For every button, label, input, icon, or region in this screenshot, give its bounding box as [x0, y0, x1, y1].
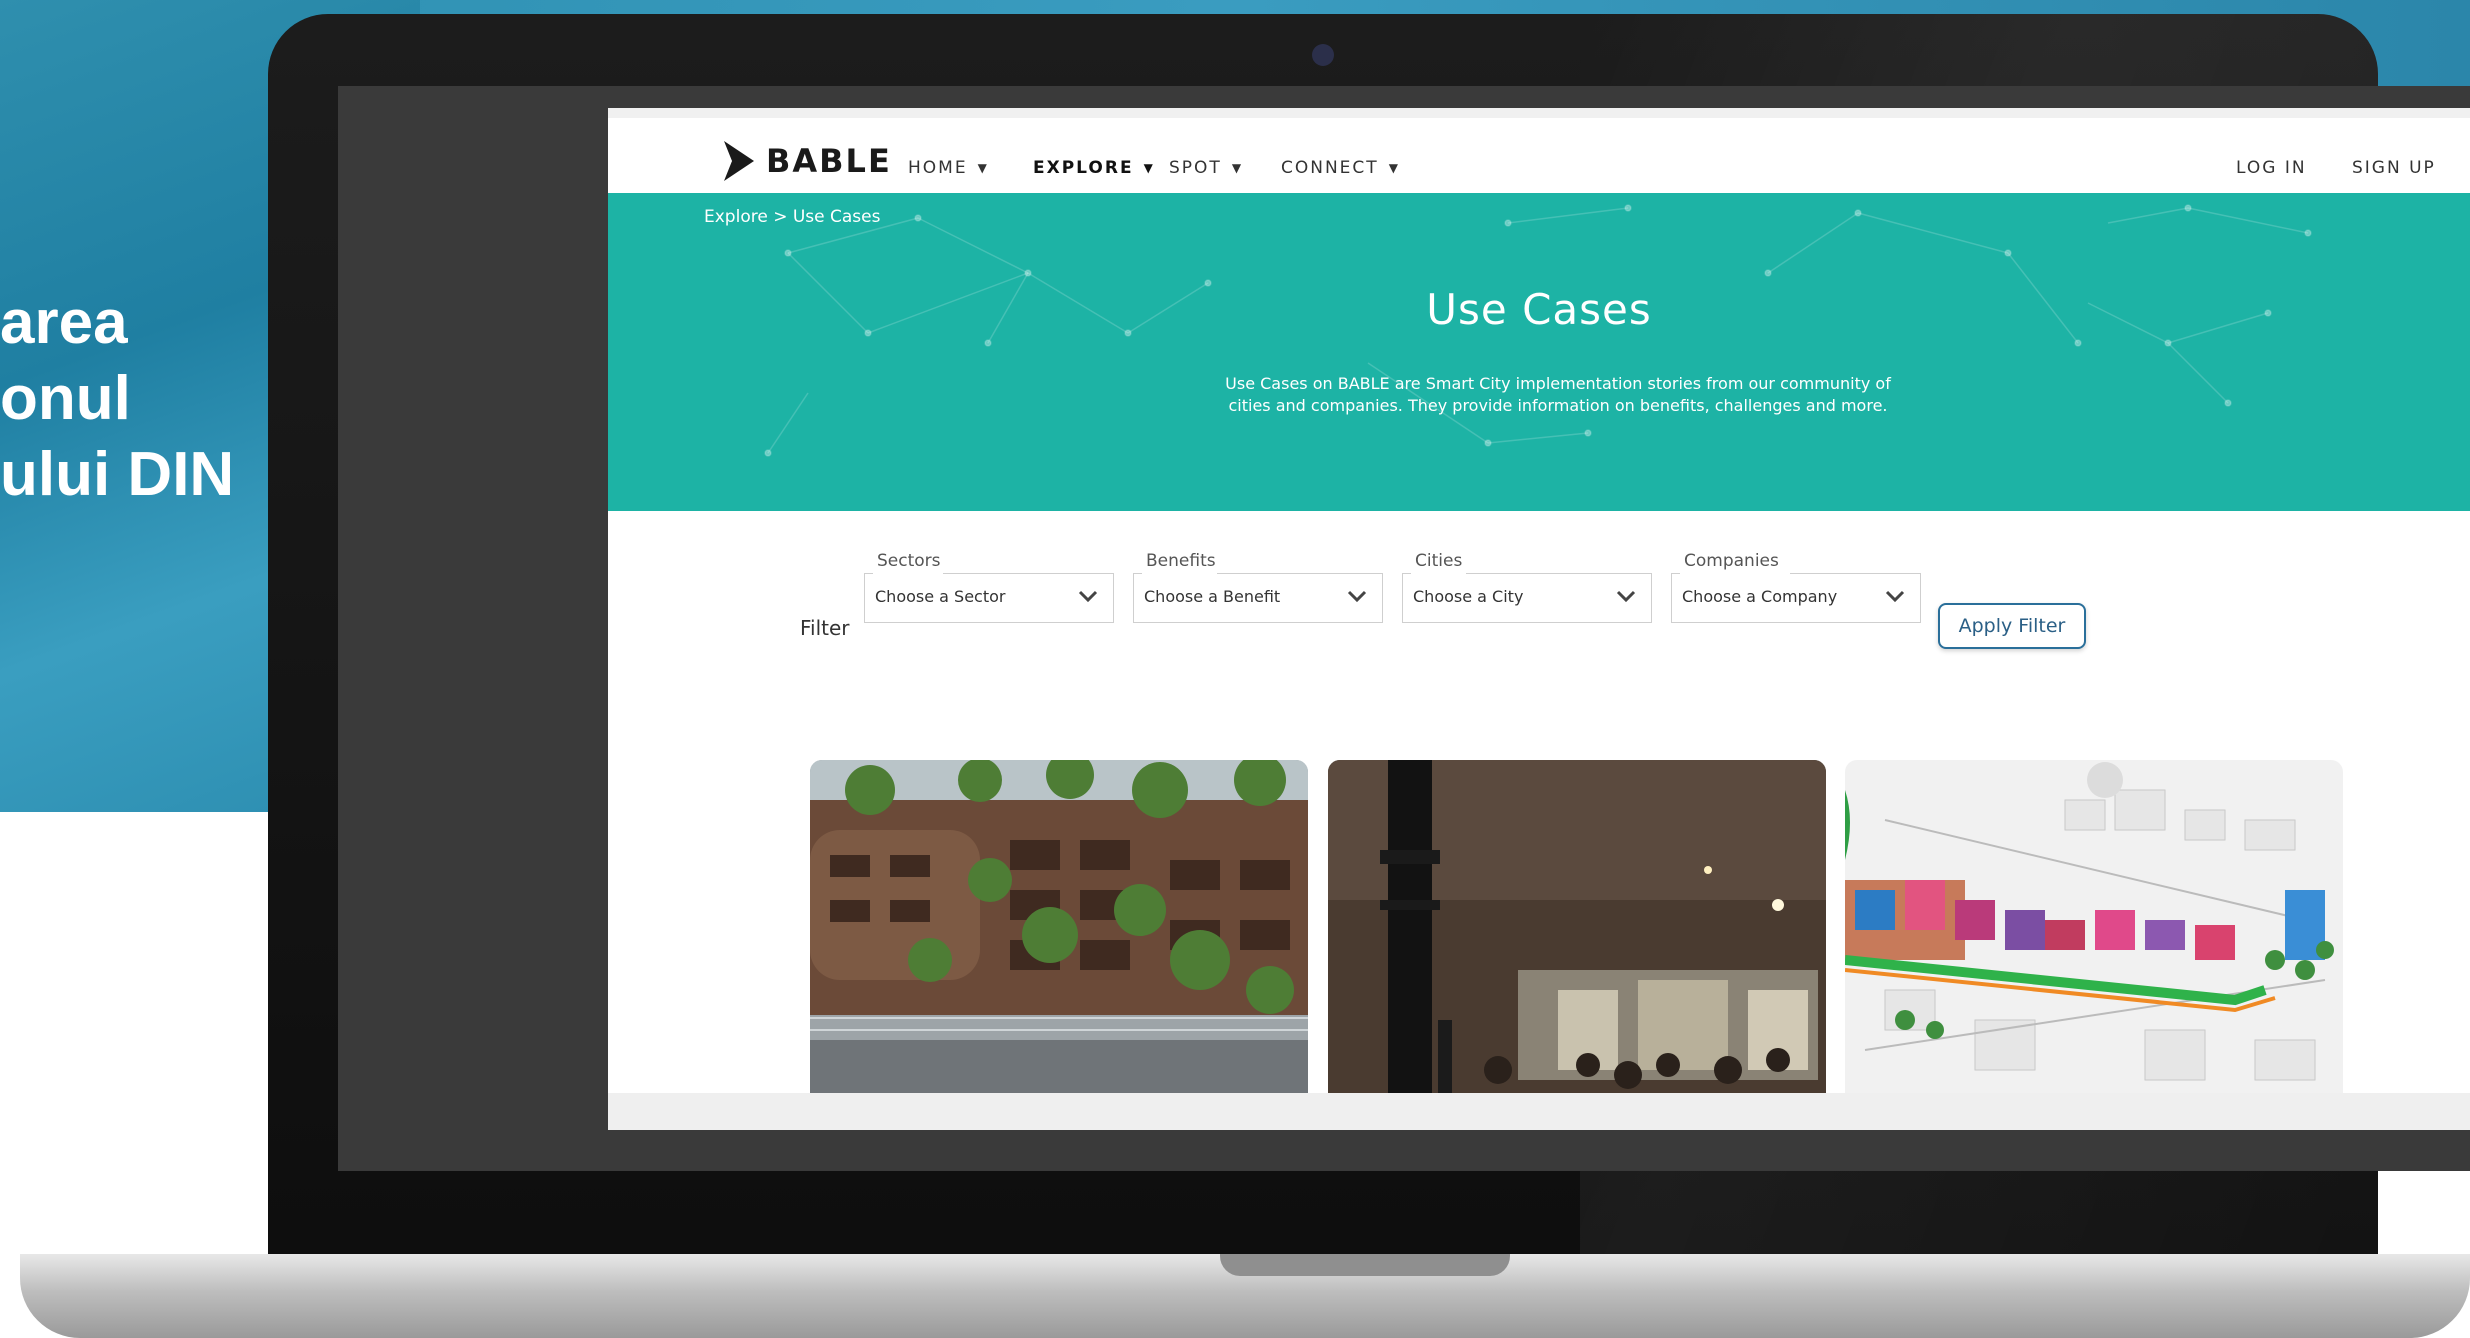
sectors-value: Choose a Sector — [875, 587, 1006, 606]
benefits-legend: Benefits — [1142, 551, 1220, 571]
page-title: Use Cases — [1426, 285, 1652, 334]
sectors-select[interactable]: Sectors Choose a Sector — [864, 551, 1114, 623]
cities-value: Choose a City — [1413, 587, 1524, 606]
chevron-down-icon: ▼ — [1388, 161, 1400, 175]
login-label: LOG IN — [2236, 158, 2307, 178]
nav-connect[interactable]: CONNECT ▼ — [1281, 158, 1400, 178]
nav-connect-label: CONNECT — [1281, 158, 1379, 178]
signup-label: SIGN UP — [2352, 158, 2436, 178]
top-navigation: BABLE HOME ▼ EXPLORE ▼ SPOT ▼ CONNECT ▼ … — [608, 118, 2470, 203]
camera-icon — [1312, 44, 1334, 66]
sectors-legend: Sectors — [873, 551, 945, 571]
chevron-down-icon: ▼ — [1143, 161, 1155, 175]
green-building-image — [810, 760, 1308, 1100]
slide-heading: area onul ului DIN — [0, 288, 235, 509]
bable-logo[interactable]: BABLE — [722, 140, 892, 182]
hero-banner: Explore > Use Cases Use Cases Use Cases … — [608, 193, 2470, 511]
bable-logo-icon — [724, 141, 754, 181]
city-illustration-image — [1845, 760, 2343, 1100]
network-pattern — [764, 204, 2312, 457]
filter-label: Filter — [800, 616, 850, 640]
nav-home[interactable]: HOME ▼ — [908, 158, 989, 178]
nav-spot-label: SPOT — [1169, 158, 1222, 178]
breadcrumb[interactable]: Explore > Use Cases — [704, 207, 880, 227]
chevron-down-icon: ▼ — [977, 161, 989, 175]
use-case-card[interactable] — [810, 760, 1308, 1100]
chevron-down-icon — [1885, 590, 1905, 603]
chevron-down-icon — [1347, 590, 1367, 603]
logo-text: BABLE — [766, 142, 892, 180]
chevron-down-icon — [1078, 590, 1098, 603]
page-bottom-strip — [608, 1093, 2470, 1130]
street-lamp-image — [1328, 760, 1826, 1100]
benefits-value: Choose a Benefit — [1144, 587, 1281, 606]
use-case-card[interactable] — [1845, 760, 2343, 1100]
companies-value: Choose a Company — [1682, 587, 1838, 606]
page-description: Use Cases on BABLE are Smart City implem… — [1225, 374, 1891, 415]
chevron-down-icon — [1616, 590, 1636, 603]
chevron-down-icon: ▼ — [1231, 161, 1244, 175]
website: BABLE HOME ▼ EXPLORE ▼ SPOT ▼ CONNECT ▼ … — [608, 108, 2470, 1130]
browser-top-strip — [608, 108, 2470, 118]
benefits-select[interactable]: Benefits Choose a Benefit — [1133, 551, 1383, 623]
nav-explore[interactable]: EXPLORE ▼ — [1033, 158, 1155, 178]
apply-filter-button[interactable]: Apply Filter — [1938, 603, 2086, 649]
companies-legend: Companies — [1680, 551, 1783, 571]
login-link[interactable]: LOG IN — [2236, 158, 2307, 178]
nav-home-label: HOME — [908, 158, 968, 178]
nav-explore-label: EXPLORE — [1033, 158, 1134, 178]
cities-legend: Cities — [1411, 551, 1467, 571]
use-case-card[interactable] — [1328, 760, 1826, 1100]
laptop-notch — [1220, 1254, 1510, 1276]
signup-link[interactable]: SIGN UP — [2352, 158, 2436, 178]
companies-select[interactable]: Companies Choose a Company — [1671, 551, 1921, 623]
cities-select[interactable]: Cities Choose a City — [1402, 551, 1652, 623]
nav-spot[interactable]: SPOT ▼ — [1169, 158, 1243, 178]
